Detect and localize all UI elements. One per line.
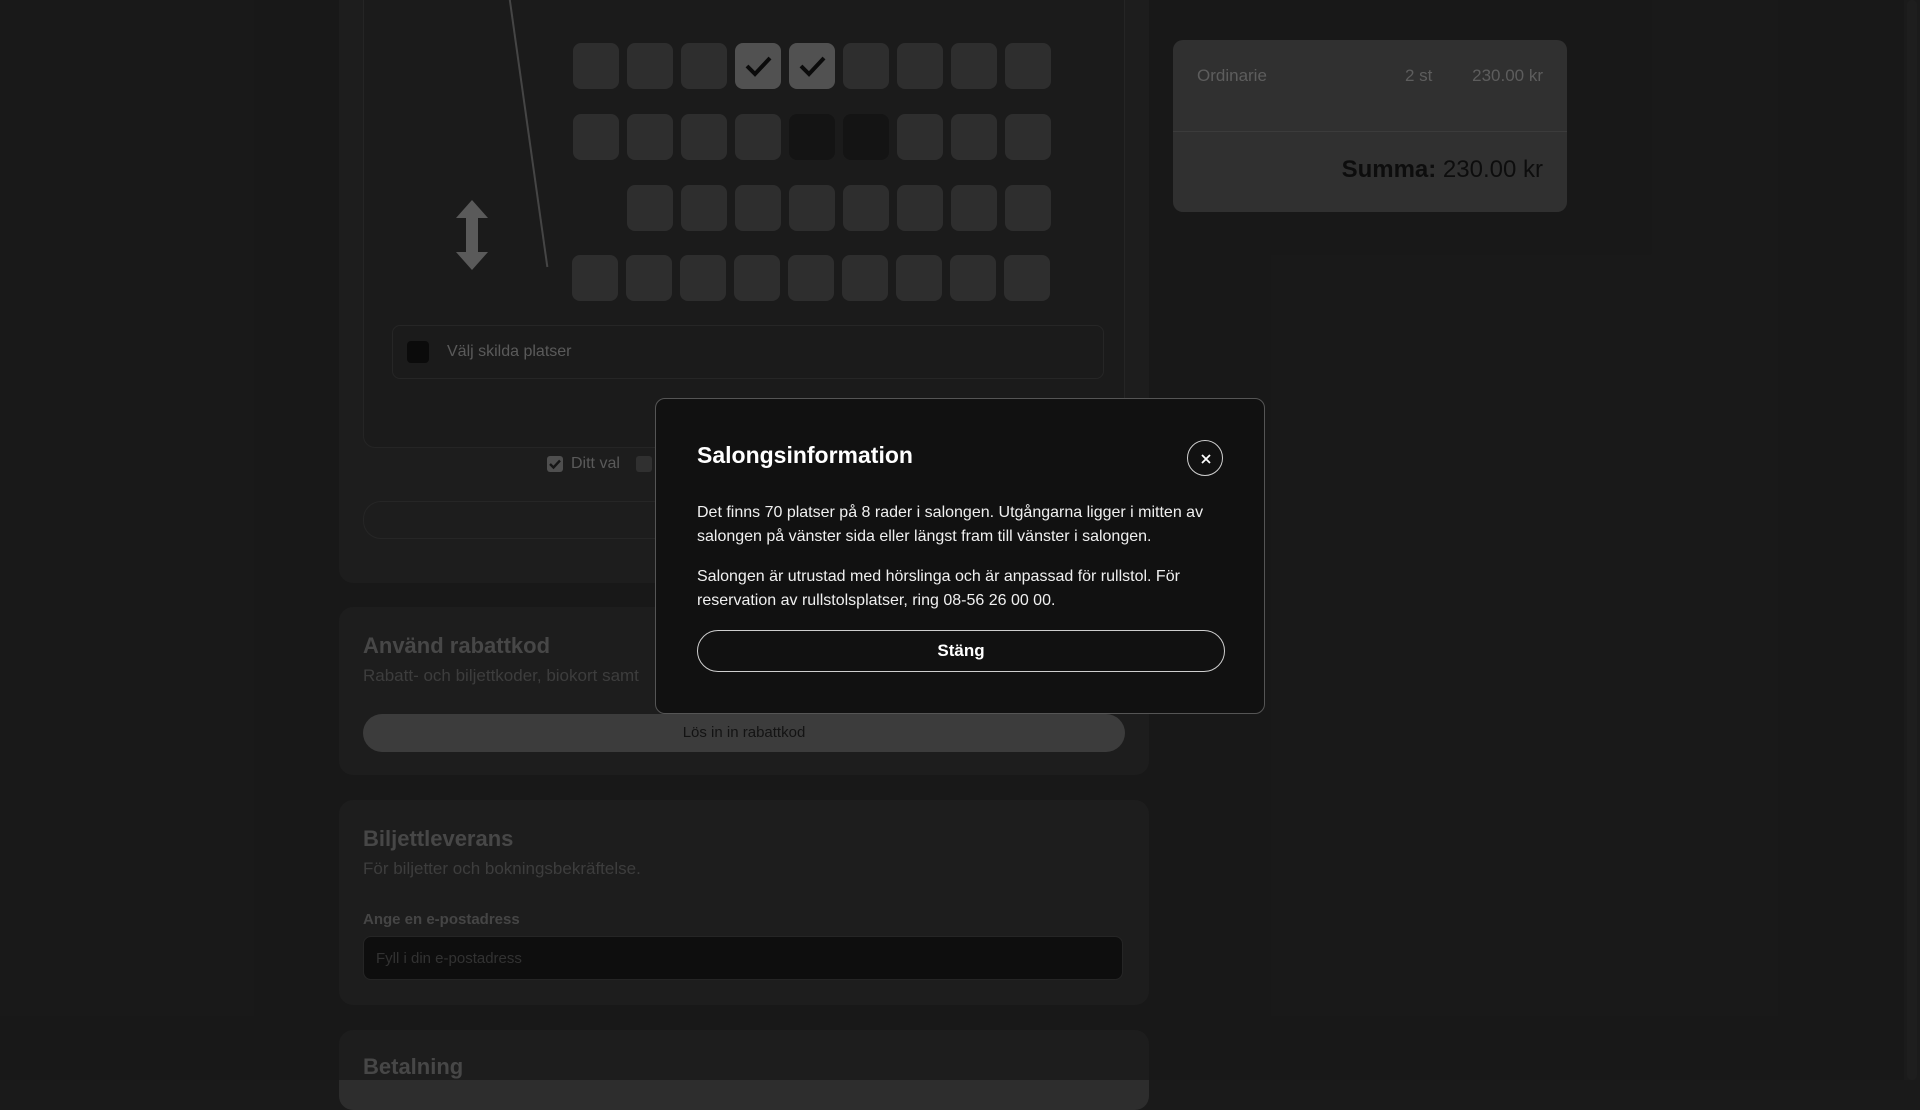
close-dialog-button[interactable]: Stäng <box>697 630 1225 672</box>
close-button[interactable] <box>1187 440 1223 476</box>
dialog-paragraph-2: Salongen är utrustad med hörslinga och ä… <box>697 568 1180 609</box>
dialog-paragraph-1: Det finns 70 platser på 8 rader i salong… <box>697 504 1204 545</box>
close-icon <box>1201 454 1211 464</box>
salon-info-dialog: Salongsinformation Det finns 70 platser … <box>655 398 1265 714</box>
dialog-title: Salongsinformation <box>697 442 913 468</box>
